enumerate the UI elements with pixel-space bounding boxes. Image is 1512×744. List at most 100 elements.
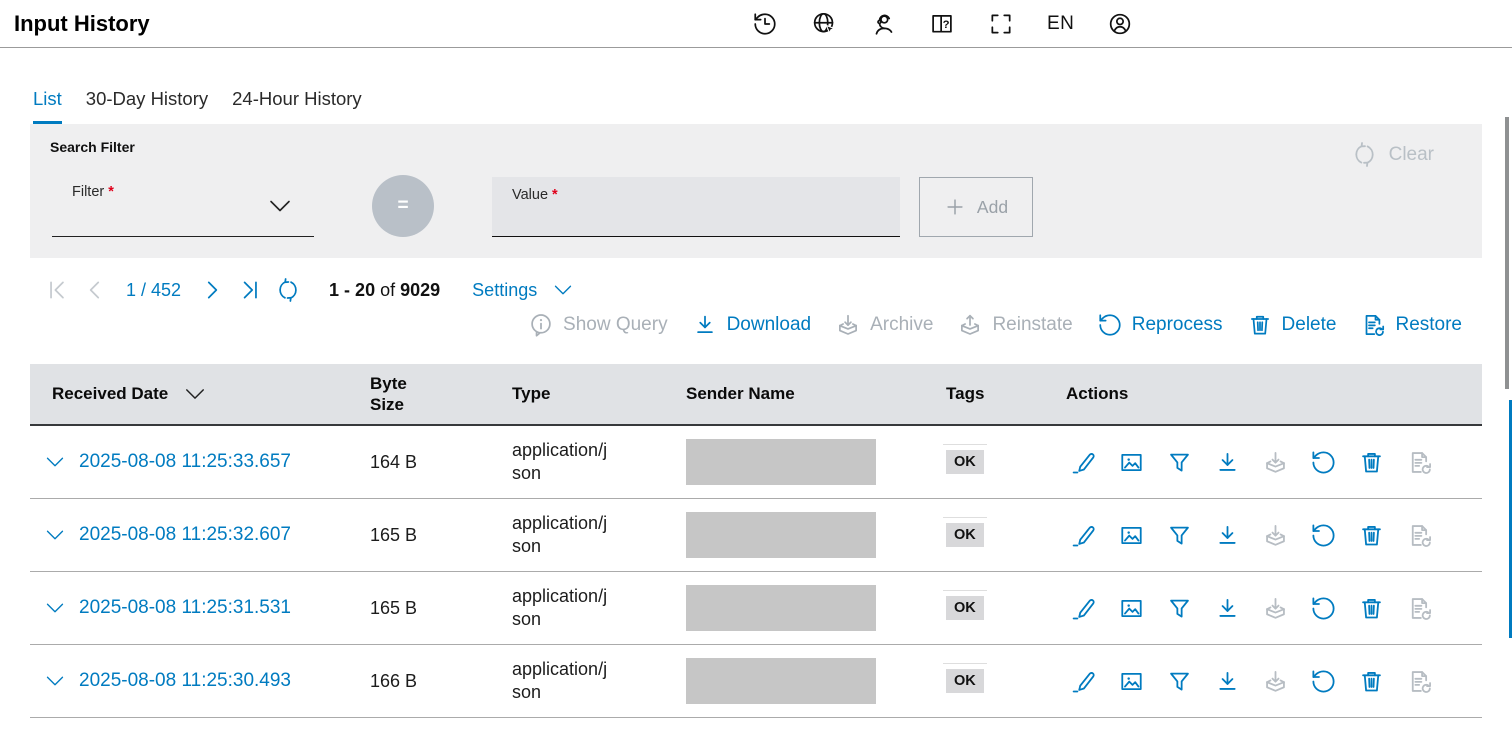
row-expand-button[interactable] (45, 527, 65, 543)
row-delete-button[interactable] (1358, 668, 1385, 695)
page-indicator[interactable]: 1 / 452 (126, 280, 181, 301)
language-switch[interactable]: EN (1047, 13, 1074, 35)
fullscreen-icon[interactable] (988, 11, 1014, 37)
byte-size-cell: 166 B (370, 671, 512, 692)
row-expand-button[interactable] (45, 673, 65, 689)
status-badge: OK (946, 523, 984, 547)
row-restore-button[interactable] (1406, 522, 1433, 549)
add-button[interactable]: Add (919, 177, 1033, 237)
row-filter-button[interactable] (1166, 449, 1193, 476)
row-archive-button[interactable] (1262, 449, 1289, 476)
row-filter-button[interactable] (1166, 595, 1193, 622)
received-date-link[interactable]: 2025-08-08 11:25:33.657 (79, 451, 291, 473)
row-reprocess-button[interactable] (1310, 668, 1337, 695)
row-preview-button[interactable] (1118, 668, 1145, 695)
row-filter-button[interactable] (1166, 522, 1193, 549)
history-icon[interactable] (752, 11, 778, 37)
user-icon[interactable] (1107, 11, 1133, 37)
row-restore-button[interactable] (1406, 668, 1433, 695)
row-preview-button[interactable] (1118, 522, 1145, 549)
trash-icon (1358, 522, 1385, 549)
row-delete-button[interactable] (1358, 522, 1385, 549)
row-delete-button[interactable] (1358, 449, 1385, 476)
sort-chevron-icon[interactable] (184, 386, 206, 402)
tab-24-hour-history[interactable]: 24-Hour History (232, 88, 362, 124)
image-icon (1118, 449, 1145, 476)
row-reprocess-button[interactable] (1310, 595, 1337, 622)
row-download-button[interactable] (1214, 449, 1241, 476)
row-edit-button[interactable] (1070, 522, 1097, 549)
archive-button[interactable]: Archive (835, 312, 933, 338)
download-icon (692, 312, 718, 338)
column-header-received-date[interactable]: Received Date (30, 384, 370, 404)
page-scrollbar-thumb[interactable] (1505, 117, 1509, 389)
first-page-button[interactable] (44, 277, 70, 303)
show-query-button[interactable]: Show Query (528, 312, 668, 338)
delete-button[interactable]: Delete (1247, 312, 1337, 338)
row-reprocess-button[interactable] (1310, 522, 1337, 549)
download-icon (1214, 449, 1241, 476)
row-reprocess-button[interactable] (1310, 449, 1337, 476)
type-cell: application/json (512, 439, 614, 486)
received-date-link[interactable]: 2025-08-08 11:25:31.531 (79, 597, 291, 619)
restore-button[interactable]: Restore (1360, 312, 1462, 338)
row-archive-button[interactable] (1262, 522, 1289, 549)
action-toolbar: Show Query Download Archive Reinstate Re… (0, 307, 1462, 343)
row-preview-button[interactable] (1118, 595, 1145, 622)
result-range: 1 - 20 of 9029 (329, 280, 440, 301)
topbar-icon-group: EN (752, 0, 1133, 48)
row-restore-button[interactable] (1406, 449, 1433, 476)
filter-select[interactable]: Filter * (52, 177, 314, 237)
tab-list[interactable]: List (33, 88, 62, 124)
last-page-button[interactable] (237, 277, 263, 303)
row-expand-button[interactable] (45, 600, 65, 616)
funnel-icon (1166, 595, 1193, 622)
row-filter-button[interactable] (1166, 668, 1193, 695)
image-icon (1118, 522, 1145, 549)
archive-icon (1262, 522, 1289, 549)
clear-button[interactable]: Clear (1345, 140, 1440, 169)
sender-name-redacted (686, 512, 876, 558)
chevron-down-icon (45, 527, 65, 543)
row-download-button[interactable] (1214, 522, 1241, 549)
previous-page-button[interactable] (82, 277, 108, 303)
funnel-icon (1166, 449, 1193, 476)
support-icon[interactable] (870, 11, 896, 37)
type-cell: application/json (512, 658, 614, 705)
pencil-icon (1070, 668, 1097, 695)
download-button[interactable]: Download (692, 312, 812, 338)
pagination-bar: 1 / 452 1 - 20 of 9029 Settings (38, 273, 1512, 307)
row-edit-button[interactable] (1070, 449, 1097, 476)
column-header-byte-size: Byte Size (370, 373, 512, 416)
next-page-button[interactable] (199, 277, 225, 303)
row-restore-button[interactable] (1406, 595, 1433, 622)
download-icon (1214, 595, 1241, 622)
settings-link[interactable]: Settings (472, 280, 573, 301)
operator-badge: = (372, 175, 434, 237)
row-edit-button[interactable] (1070, 595, 1097, 622)
row-expand-button[interactable] (45, 454, 65, 470)
value-input[interactable]: Value * (492, 177, 900, 237)
row-download-button[interactable] (1214, 595, 1241, 622)
globe-icon[interactable] (811, 11, 837, 37)
row-download-button[interactable] (1214, 668, 1241, 695)
funnel-icon (1166, 522, 1193, 549)
byte-size-cell: 165 B (370, 525, 512, 546)
pencil-icon (1070, 449, 1097, 476)
row-archive-button[interactable] (1262, 668, 1289, 695)
reload-button[interactable] (275, 277, 301, 303)
help-book-icon[interactable] (929, 11, 955, 37)
byte-size-cell: 164 B (370, 452, 512, 473)
search-filter-title: Search Filter (50, 139, 135, 155)
reinstate-button[interactable]: Reinstate (957, 312, 1072, 338)
received-date-link[interactable]: 2025-08-08 11:25:32.607 (79, 524, 291, 546)
row-preview-button[interactable] (1118, 449, 1145, 476)
chevron-down-icon (45, 673, 65, 689)
received-date-link[interactable]: 2025-08-08 11:25:30.493 (79, 670, 291, 692)
row-archive-button[interactable] (1262, 595, 1289, 622)
reprocess-button[interactable]: Reprocess (1097, 312, 1223, 338)
tab-30-day-history[interactable]: 30-Day History (86, 88, 208, 124)
chevron-down-icon (45, 454, 65, 470)
row-edit-button[interactable] (1070, 668, 1097, 695)
row-delete-button[interactable] (1358, 595, 1385, 622)
